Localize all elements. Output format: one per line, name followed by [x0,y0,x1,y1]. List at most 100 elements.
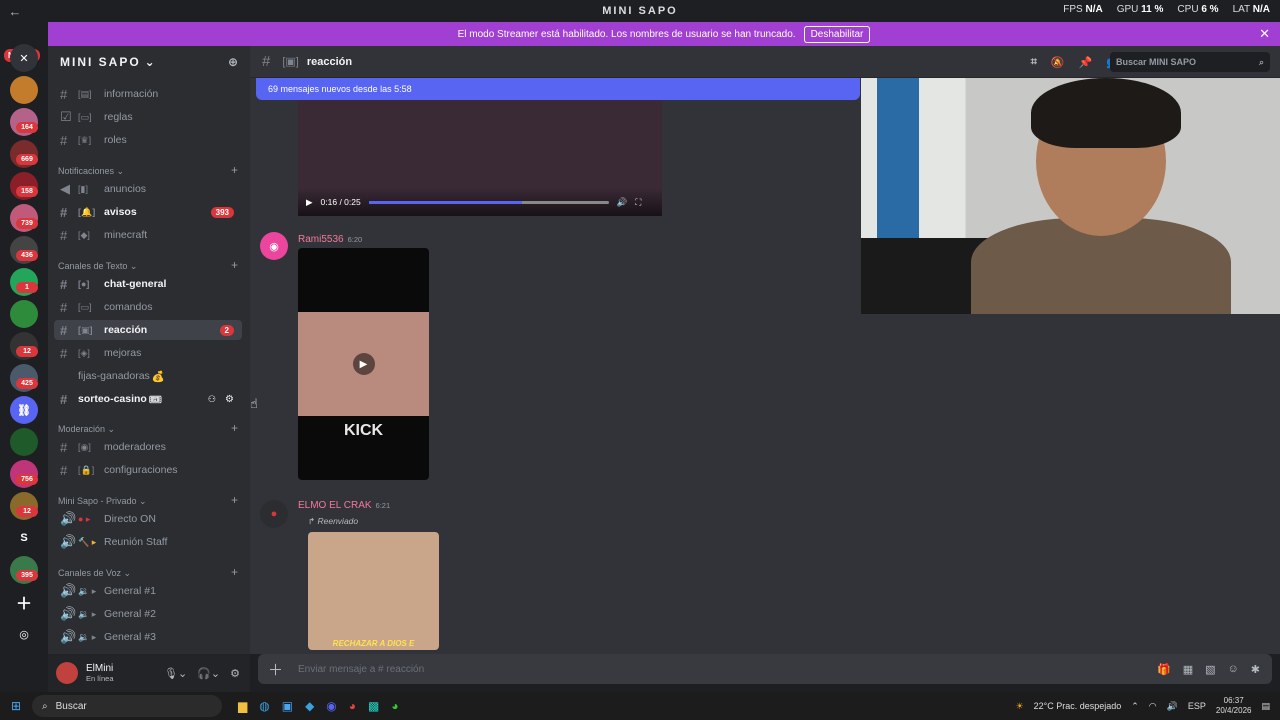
channel-chat-general[interactable]: # [●] chat-general [54,274,242,294]
channel-anuncios[interactable]: ◀ [▮] anuncios [54,179,242,199]
add-channel-icon[interactable]: + [231,493,238,507]
microphone-icon[interactable]: 🎙⌄ [164,667,187,680]
cpu-value: 6 % [1201,4,1219,15]
chevron-up-icon[interactable]: ⌃ [1131,701,1139,712]
chrome-icon[interactable]: ◕ [391,699,398,713]
message-author[interactable]: ELMO EL CRAK 6:21 [298,500,390,511]
voice-reunion-staff[interactable]: 🔊 🔨 ▸ Reunión Staff [54,532,242,552]
category-voz[interactable]: Canales de Voz ⌄ + [58,565,238,579]
channel-informacion[interactable]: # [▤] información [54,84,242,104]
channel-reaccion[interactable]: # [▣] reacción 2 [54,320,242,340]
voice-general-2[interactable]: 🔊 🔉 ▸ General #2 [54,604,242,624]
gif-icon[interactable]: ▦ [1183,663,1193,676]
category-label: Mini Sapo - Privado [58,496,137,506]
clock[interactable]: 06:37 20/4/2026 [1216,696,1252,716]
channel-sorteo-casino[interactable]: # sorteo-casino 🎟 ⚇ ⚙ [54,389,242,409]
gear-icon[interactable]: ⚙ [225,394,234,405]
add-attachment-icon[interactable]: ＋ [268,659,283,680]
invite-icon[interactable]: ⚇ [208,394,216,405]
vscode-icon[interactable]: ◆ [305,699,314,713]
speaker-icon: 🔊 [60,629,77,644]
server-letter-icon[interactable]: S [10,524,38,552]
video-time: 0:16 / 0:25 [320,197,361,207]
disable-streamer-button[interactable]: Deshabilitar [803,25,871,43]
headphones-icon[interactable]: 🎧⌄ [197,667,220,680]
video-progress-bar[interactable] [368,200,609,204]
chrome-icon[interactable]: ◕ [349,699,356,713]
server-badge: 164 [16,122,38,133]
kick-logo: KICK [343,422,384,439]
pin-icon[interactable]: 📌 [1079,56,1093,69]
video-attachment[interactable]: ▶ KICK [298,248,429,480]
add-channel-icon[interactable]: + [231,421,238,435]
channel-minecraft[interactable]: # [◆] minecraft [54,225,242,245]
avatar[interactable] [56,662,78,684]
wifi-icon[interactable]: ◠ [1149,701,1157,712]
add-server-icon[interactable]: ＋ [10,588,38,616]
discover-icon[interactable]: ◎ [10,620,38,648]
add-channel-icon[interactable]: + [231,565,238,579]
message-author[interactable]: Rami5536 6:20 [298,234,362,245]
new-messages-bar[interactable]: 69 mensajes nuevos desde las 5:58 [256,78,860,100]
play-icon[interactable]: ▶ [352,353,375,375]
discord-app-icon[interactable]: ◉ [326,699,336,713]
image-attachment[interactable]: RECHAZAR A DIOS E [308,532,439,650]
server-icon[interactable] [10,76,38,104]
channel-moderadores[interactable]: # [◉] moderadores [54,437,242,457]
voice-directo-on[interactable]: 🔊 ● ▸ Directo ON [54,509,242,529]
discord-avatar[interactable]: ◉ [260,232,288,260]
notifications-icon[interactable]: ▤ [1261,701,1270,712]
category-notificaciones[interactable]: Notificaciones ⌄ + [58,163,238,177]
channel-label: información [104,88,159,100]
category-privado[interactable]: Mini Sapo - Privado ⌄ + [58,493,238,507]
apps-icon[interactable]: ✱ [1251,663,1260,676]
search-input[interactable]: Buscar MINI SAPO ⌕ [1110,52,1270,72]
volume-icon[interactable]: 🔊 [617,197,628,208]
channel-comandos[interactable]: # [▭] comandos [54,297,242,317]
server-icon[interactable] [10,300,38,328]
store-icon[interactable]: ▣ [282,699,293,713]
channel-reglas[interactable]: ☑ [▭] reglas [54,107,242,127]
channel-configuraciones[interactable]: # [🔒] configuraciones [54,460,242,480]
server-badge: 1 [16,282,38,293]
play-icon[interactable]: ▶ [306,197,313,208]
channel-fijas-ganadoras[interactable]: fijas-ganadoras 💰 [54,366,242,386]
windows-start-icon[interactable]: ⊞ [0,699,32,713]
user-info[interactable]: ElMini En línea [86,663,114,683]
app-icon[interactable]: ▩ [368,699,379,713]
video-embed[interactable]: ▶ 0:16 / 0:25 🔊 ⛶ [298,100,662,216]
voice-general-3[interactable]: 🔊 🔉 ▸ General #3 [54,627,242,647]
fullscreen-icon[interactable]: ⛶ [635,197,641,208]
edge-icon[interactable]: ◍ [259,699,269,713]
gear-icon[interactable]: ⚙ [230,667,240,680]
link-icon[interactable]: ⛓ [10,396,38,424]
threads-icon[interactable]: ⌗ [1031,56,1037,69]
add-channel-icon[interactable]: + [231,163,238,177]
volume-icon[interactable]: 🔊 [1167,701,1178,712]
server-icon[interactable] [10,428,38,456]
add-channel-icon[interactable]: + [231,258,238,272]
channel-roles[interactable]: # [♛] roles [54,130,242,150]
emoji-icon[interactable]: ☺ [1228,663,1239,676]
category-moderacion[interactable]: Moderación ⌄ + [58,421,238,435]
discord-home-icon[interactable]: ✕ [10,44,38,72]
channel-title: reacción [306,55,353,68]
voice-general-1[interactable]: 🔊 🔉 ▸ General #1 [54,581,242,601]
add-member-icon[interactable]: ⊕ [228,55,240,69]
mute-bell-icon[interactable]: 🔕 [1051,56,1065,69]
gift-icon[interactable]: 🎁 [1157,663,1171,676]
category-texto[interactable]: Canales de Texto ⌄ + [58,258,238,272]
category-label: Canales de Voz [58,568,122,578]
channel-mejoras[interactable]: # [◈] mejoras [54,343,242,363]
channel-label: General #1 [104,585,156,597]
close-icon[interactable]: ✕ [1259,26,1270,42]
channel-avisos[interactable]: # [🔔] avisos 393 [54,202,242,222]
lang-indicator[interactable]: ESP [1188,701,1206,711]
taskbar-search[interactable]: ⌕ Buscar [32,695,222,717]
sticker-icon[interactable]: ▧ [1205,663,1215,676]
elmo-avatar[interactable]: ● [260,500,288,528]
server-header[interactable]: MINI SAPO ⌄ ⊕ [48,46,250,78]
file-explorer-icon[interactable]: ▆ [238,699,247,713]
message-composer[interactable]: ＋ Enviar mensaje a # reacción 🎁 ▦ ▧ ☺ ✱ [258,654,1272,684]
weather-text: 22°C Prac. despejado [1033,701,1122,711]
